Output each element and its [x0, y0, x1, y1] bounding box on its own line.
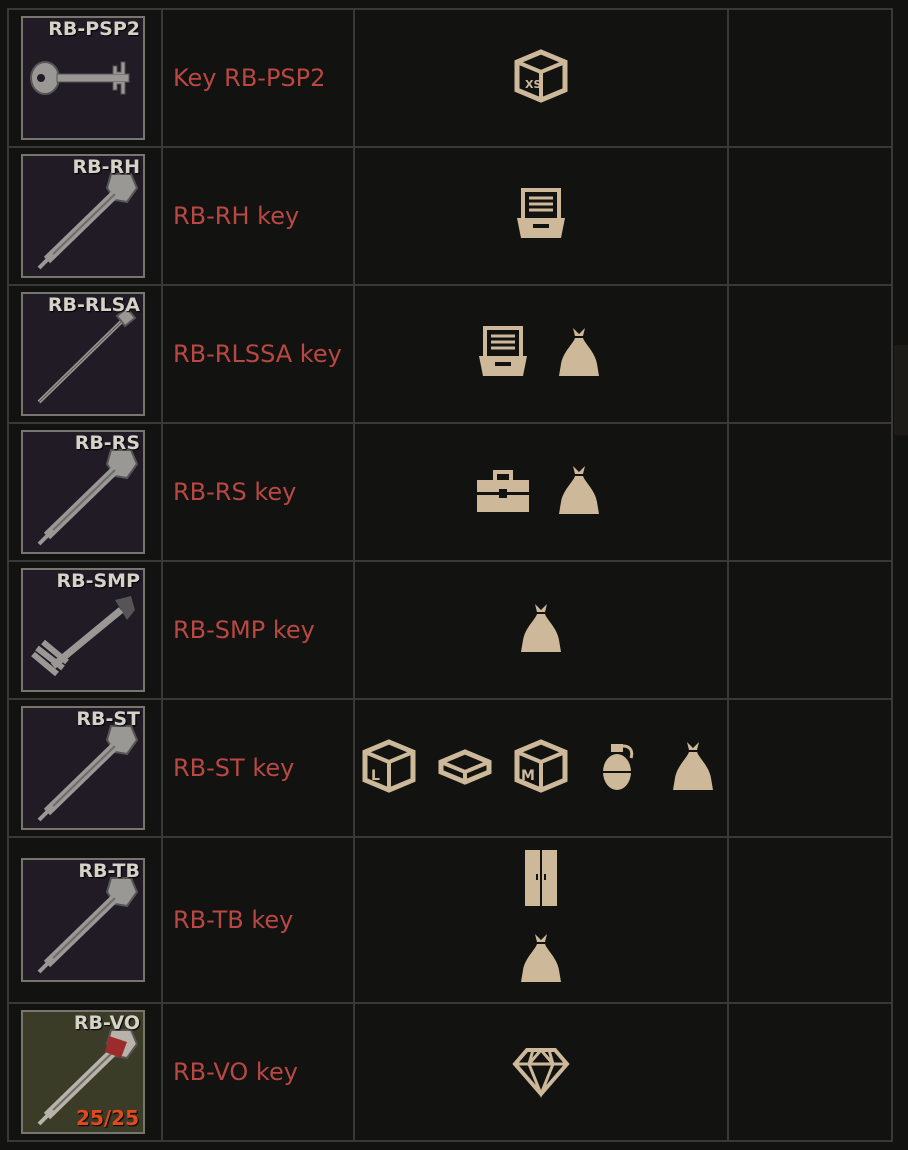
item-name-cell: RB-ST key [161, 700, 355, 836]
sack-icon [663, 736, 723, 800]
filing-drawer-icon [511, 184, 571, 248]
item-name-cell: RB-TB key [161, 838, 355, 1002]
sack-icon [511, 598, 571, 662]
empty-cell [729, 838, 893, 1002]
key-thumbnail[interactable]: RB-RLSA [21, 292, 145, 416]
key-thumbnail[interactable]: RB-RS [21, 430, 145, 554]
svg-text:L: L [371, 768, 380, 784]
empty-cell [729, 10, 893, 146]
key-short-code: RB-RH [72, 156, 140, 178]
key-thumbnail[interactable]: RB-TB [21, 858, 145, 982]
key-short-code: RB-RLSA [47, 294, 140, 316]
cabinet-icon [511, 848, 571, 912]
diamond-icon [511, 1040, 571, 1104]
table-top-border [7, 8, 893, 10]
item-image-cell: RB-RH [7, 148, 163, 284]
item-name-cell: RB-RLSSA key [161, 286, 355, 422]
item-name-cell: RB-SMP key [161, 562, 355, 698]
toolbox-icon [473, 460, 533, 524]
svg-text:M: M [521, 768, 535, 784]
key-short-code: RB-PSP2 [48, 18, 140, 40]
item-image-cell: RB-ST [7, 700, 163, 836]
table-row[interactable]: RB-SMP RB-SMP key [7, 562, 893, 700]
item-image-cell: RB-RLSA [7, 286, 163, 422]
empty-cell [729, 424, 893, 560]
table-row[interactable]: RB-PSP2 Key RB-PSP2 XS [7, 10, 893, 148]
table-row[interactable]: RB-RH RB-RH key [7, 148, 893, 286]
containers-cell [355, 1004, 729, 1140]
item-name-link[interactable]: RB-TB key [173, 906, 293, 934]
item-image-cell: RB-SMP [7, 562, 163, 698]
item-name-cell: RB-VO key [161, 1004, 355, 1140]
empty-cell [729, 1004, 893, 1140]
empty-cell [729, 562, 893, 698]
key-short-code: RB-VO [73, 1012, 140, 1034]
item-image-cell: RB-PSP2 [7, 10, 163, 146]
empty-cell [729, 148, 893, 284]
item-name-link[interactable]: RB-ST key [173, 754, 294, 782]
item-name-cell: RB-RH key [161, 148, 355, 284]
key-thumbnail[interactable]: RB-SMP [21, 568, 145, 692]
item-image-cell: RB-RS [7, 424, 163, 560]
item-name-link[interactable]: RB-RH key [173, 202, 299, 230]
sack-icon [549, 322, 609, 386]
uses-count: 25/25 [76, 1106, 139, 1130]
item-image-cell: RB-TB [7, 838, 163, 1002]
box-l-icon: L [359, 736, 419, 800]
containers-cell [355, 148, 729, 284]
item-name-cell: Key RB-PSP2 [161, 10, 355, 146]
item-name-link[interactable]: RB-RLSSA key [173, 340, 342, 368]
box-m-icon: M [511, 736, 571, 800]
svg-text:XS: XS [525, 78, 541, 91]
sack-icon [549, 460, 609, 524]
item-name-link[interactable]: RB-RS key [173, 478, 296, 506]
filing-drawer-icon [473, 322, 533, 386]
item-name-link[interactable]: RB-SMP key [173, 616, 315, 644]
empty-cell [729, 286, 893, 422]
table-row[interactable]: RB-ST RB-ST key L M [7, 700, 893, 838]
key-thumbnail[interactable]: RB-ST [21, 706, 145, 830]
table-row[interactable]: RB-VO 25/25 RB-VO key [7, 1004, 893, 1142]
key-short-code: RB-ST [76, 708, 140, 730]
key-thumbnail[interactable]: RB-RH [21, 154, 145, 278]
table-row[interactable]: RB-RS RB-RS key [7, 424, 893, 562]
flat-case-icon [435, 736, 495, 800]
item-name-cell: RB-RS key [161, 424, 355, 560]
key-thumbnail[interactable]: RB-VO 25/25 [21, 1010, 145, 1134]
box-xs-icon: XS [511, 46, 571, 110]
containers-cell: XS [355, 10, 729, 146]
containers-cell [355, 838, 729, 1002]
key-short-code: RB-TB [78, 860, 140, 882]
grenade-icon [587, 736, 647, 800]
containers-cell [355, 562, 729, 698]
key-thumbnail[interactable]: RB-PSP2 [21, 16, 145, 140]
containers-cell [355, 424, 729, 560]
sack-icon [511, 928, 571, 992]
empty-cell [729, 700, 893, 836]
key-short-code: RB-SMP [56, 570, 140, 592]
item-image-cell: RB-VO 25/25 [7, 1004, 163, 1140]
item-name-link[interactable]: RB-VO key [173, 1058, 298, 1086]
scrollbar[interactable] [894, 345, 908, 435]
table-row[interactable]: RB-RLSA RB-RLSSA key [7, 286, 893, 424]
table-row[interactable]: RB-TB RB-TB key [7, 838, 893, 1004]
item-name-link[interactable]: Key RB-PSP2 [173, 64, 325, 92]
containers-cell: LM [355, 700, 729, 836]
key-short-code: RB-RS [74, 432, 140, 454]
containers-cell [355, 286, 729, 422]
